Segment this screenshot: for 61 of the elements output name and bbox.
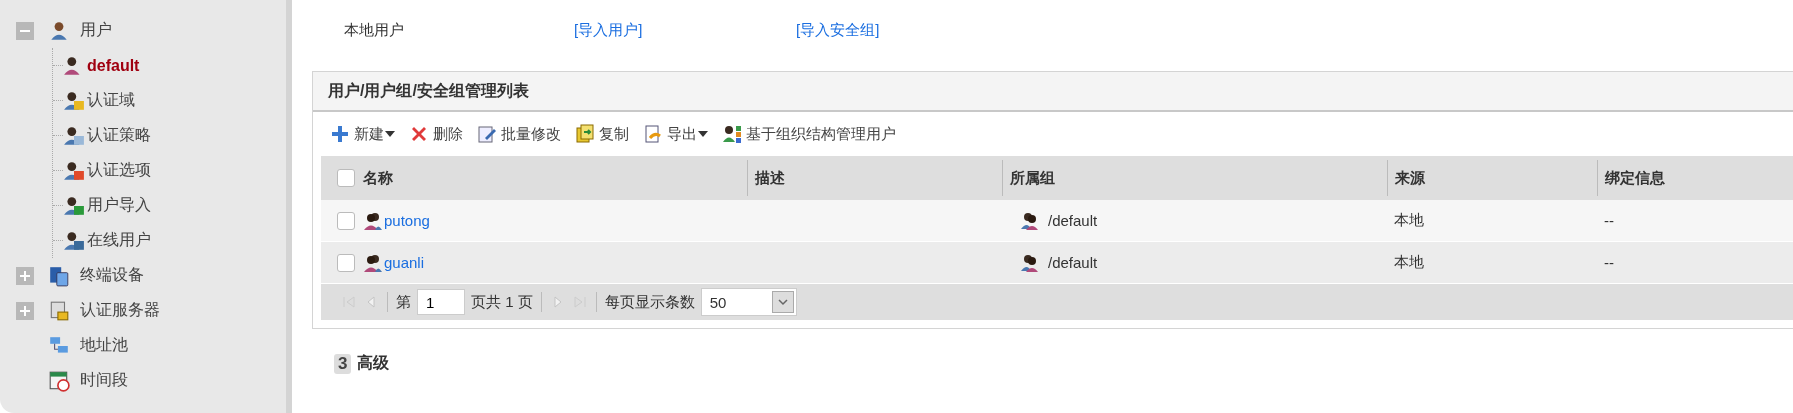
caret-icon (385, 131, 395, 137)
tree-item[interactable]: 认证策略 (87, 125, 151, 146)
tree-item[interactable]: 时间段 (80, 370, 128, 391)
caret-icon (698, 131, 708, 137)
tree-item[interactable]: 认证服务器 (80, 300, 160, 321)
tree-item[interactable]: 认证选项 (87, 160, 151, 181)
column-header: 绑定信息 (1605, 168, 1665, 188)
tree-item[interactable]: 认证域 (87, 90, 135, 111)
user-name-link[interactable]: putong (384, 212, 430, 229)
section-title: 高级 (357, 353, 390, 373)
table-cell: -- (1604, 254, 1614, 271)
user-group-icon (363, 252, 383, 273)
page-number-field[interactable]: 1 (417, 289, 465, 315)
tree-item[interactable]: 在线用户 (87, 230, 151, 251)
pager-label: 第 (396, 292, 411, 312)
table-cell: -- (1604, 212, 1614, 229)
toolbar-button[interactable]: 复制 (573, 122, 631, 146)
tree-item[interactable]: 用户 (80, 20, 112, 41)
column-header: 所属组 (1010, 168, 1055, 188)
panel-title: 用户/用户组/安全组管理列表 (313, 72, 1793, 112)
row-checkbox[interactable] (337, 253, 355, 272)
tree-item[interactable]: 终端设备 (80, 265, 144, 286)
column-header: 来源 (1395, 168, 1425, 188)
tree-item[interactable]: default (87, 56, 140, 75)
import-link[interactable]: [导入用户] (574, 20, 796, 40)
toolbar-button[interactable]: 批量修改 (475, 122, 563, 146)
chevron-down-icon (776, 296, 789, 308)
toolbar-button[interactable]: 新建 (328, 122, 397, 146)
toolbar-button[interactable]: 删除 (407, 122, 465, 146)
table-cell: 本地 (1394, 211, 1424, 230)
expand-icon[interactable] (16, 266, 34, 285)
pager-label: 每页显示条数 (604, 292, 695, 312)
user-group-icon (363, 210, 383, 231)
row-checkbox[interactable] (337, 211, 355, 230)
copy-icon (575, 124, 595, 144)
plus-icon (330, 124, 350, 144)
calendar-icon (48, 369, 70, 392)
select-all-checkbox[interactable] (337, 169, 355, 187)
page-size-select[interactable]: 50 (700, 288, 797, 316)
toolbar-button[interactable]: 基于组织结构管理用户 (720, 122, 898, 146)
user-name-link[interactable]: guanli (384, 254, 425, 271)
field-label: 本地用户 (344, 20, 405, 40)
toolbar-button[interactable]: 导出 (641, 122, 710, 146)
export-icon (643, 124, 663, 144)
user-group-icon (1020, 210, 1040, 231)
devices-icon (48, 264, 70, 287)
org-users-icon (722, 124, 742, 144)
table-cell: 本地 (1394, 253, 1424, 272)
user-group-icon (1020, 252, 1040, 273)
pager-label: 页共 1 页 (471, 292, 533, 312)
column-header: 描述 (755, 168, 785, 188)
table-cell: /default (1048, 212, 1098, 229)
table-cell: /default (1048, 254, 1098, 271)
step-number: 3 (334, 353, 352, 374)
tree-item[interactable]: 地址池 (80, 335, 128, 356)
tree-item[interactable]: 用户导入 (87, 195, 151, 216)
import-link[interactable]: [导入安全组] (796, 20, 1018, 40)
edit-icon (477, 124, 497, 144)
expand-icon[interactable] (16, 301, 34, 320)
collapse-icon[interactable] (16, 21, 34, 40)
column-header: 名称 (363, 168, 393, 188)
